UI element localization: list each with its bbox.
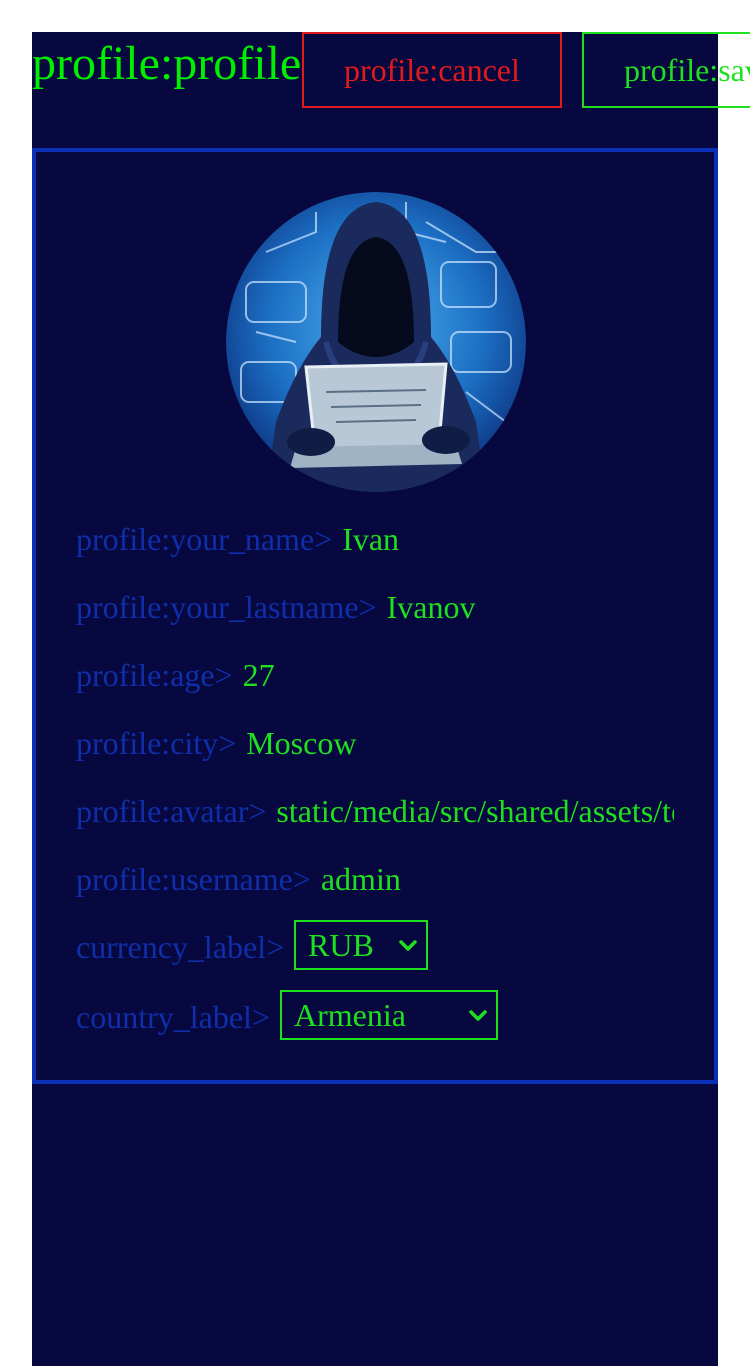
field-lastname-label: profile:your_lastname>: [76, 589, 377, 625]
currency-row: currency_label>: [76, 922, 284, 972]
field-name-value[interactable]: Ivan: [342, 521, 399, 557]
page-title: profile:profile: [32, 37, 302, 90]
chevron-down-icon: [469, 1010, 487, 1021]
field-avatar-label: profile:avatar>: [76, 793, 267, 829]
currency-select-value: RUB: [308, 927, 374, 963]
field-name-row: profile:your_name> Ivan: [76, 514, 399, 564]
field-avatar-row: profile:avatar> static/media/src/shared/a…: [76, 786, 674, 836]
chevron-down-icon: [399, 940, 417, 951]
field-lastname-value[interactable]: Ivanov: [387, 589, 476, 625]
profile-card: profile:your_name> Ivan profile:your_last…: [32, 148, 718, 1084]
field-age-value[interactable]: 27: [243, 657, 275, 693]
hacker-avatar-icon: [226, 192, 526, 492]
field-username-label: profile:username>: [76, 861, 311, 897]
country-label: country_label>: [76, 999, 270, 1035]
field-city-value[interactable]: Moscow: [246, 725, 356, 761]
currency-select[interactable]: RUB: [294, 920, 428, 970]
field-lastname-row: profile:your_lastname> Ivanov: [76, 582, 475, 632]
country-select-value: Armenia: [294, 997, 406, 1033]
field-name-label: profile:your_name>: [76, 521, 333, 557]
field-avatar-value[interactable]: static/media/src/shared/assets/te: [276, 786, 674, 836]
country-select[interactable]: Armenia: [280, 990, 498, 1040]
field-username-row: profile:username> admin: [76, 854, 401, 904]
save-button[interactable]: profile:save: [582, 32, 750, 108]
currency-label: currency_label>: [76, 929, 285, 965]
field-age-label: profile:age>: [76, 657, 233, 693]
field-age-row: profile:age> 27: [76, 650, 275, 700]
field-city-label: profile:city>: [76, 725, 237, 761]
field-city-row: profile:city> Moscow: [76, 718, 356, 768]
field-username-value[interactable]: admin: [321, 861, 401, 897]
cancel-button[interactable]: profile:cancel: [302, 32, 562, 108]
country-row: country_label>: [76, 992, 270, 1042]
